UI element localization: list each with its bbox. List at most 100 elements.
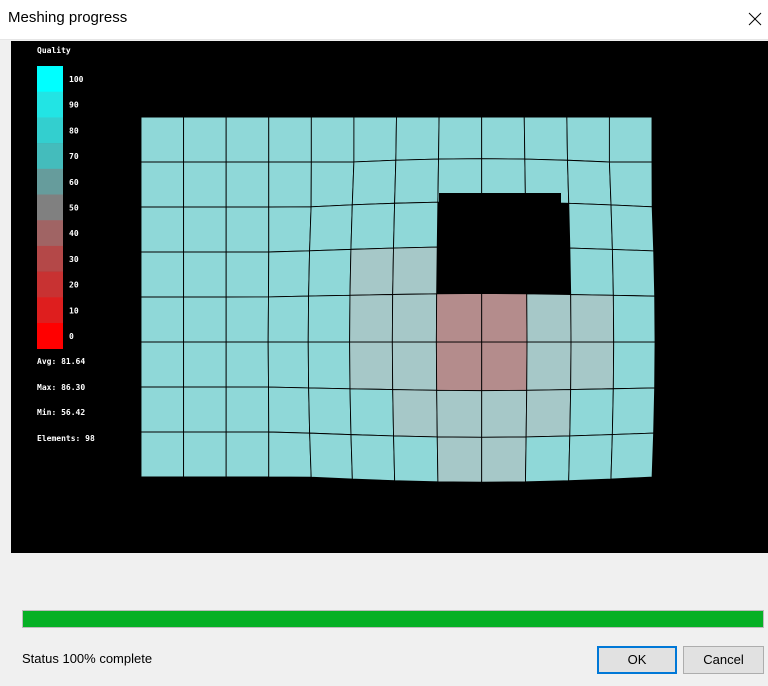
legend-label: 0	[69, 332, 74, 341]
mesh-element	[392, 389, 438, 438]
mesh-element	[309, 432, 353, 480]
title-bar: Meshing progress	[0, 0, 768, 40]
mesh-element	[351, 159, 397, 206]
mesh-element	[611, 248, 656, 297]
quality-legend: Quality 1009080706050403020100	[37, 45, 84, 349]
mesh-element	[140, 206, 185, 253]
mesh-element	[393, 201, 439, 249]
legend-swatch	[37, 271, 63, 298]
mesh-element	[611, 387, 656, 436]
legend-label: 100	[69, 75, 84, 84]
mesh-element	[525, 435, 571, 483]
legend-swatch	[37, 245, 63, 272]
mesh-element	[183, 206, 227, 253]
progress-fill	[23, 611, 763, 627]
legend-title: Quality	[37, 45, 71, 55]
mesh-element	[308, 387, 352, 436]
legend-label: 40	[69, 229, 79, 238]
mesh-element	[353, 116, 397, 163]
mesh-element	[307, 294, 351, 343]
mesh-element	[183, 251, 227, 298]
mesh-element	[267, 341, 310, 389]
legend-label: 60	[69, 178, 79, 187]
mesh-element	[436, 436, 483, 483]
mesh-element	[349, 247, 394, 296]
legend-swatch	[37, 143, 63, 170]
mesh-element	[608, 161, 653, 208]
mesh-element	[435, 293, 483, 343]
mesh-element	[523, 116, 568, 161]
legend-swatch	[37, 297, 63, 324]
mesh-element	[183, 296, 227, 343]
mesh-element	[140, 431, 185, 478]
mesh-element	[310, 116, 355, 163]
legend-swatch	[37, 168, 63, 195]
mesh-element	[481, 436, 527, 483]
mesh-element	[183, 116, 227, 163]
mesh-element	[225, 251, 270, 298]
mesh-stats: Avg: 81.64 Max: 86.30 Min: 56.42 Element…	[37, 357, 95, 443]
mesh-element	[140, 296, 185, 343]
mesh-element	[349, 294, 394, 343]
close-button[interactable]	[736, 0, 768, 40]
mesh-element	[608, 116, 653, 163]
mesh-element	[568, 434, 613, 482]
mesh-viewport: Quality 100 90 80 70 60 50 40 30 20 10 0 Avg: 81.6…	[11, 41, 768, 553]
mesh-hole	[439, 193, 561, 281]
mesh-element	[307, 341, 351, 390]
mesh-element	[350, 202, 396, 250]
mesh-element	[526, 341, 572, 391]
legend-label: 90	[69, 101, 79, 110]
mesh-element	[481, 293, 528, 343]
legend-swatch	[37, 91, 63, 118]
mesh-element	[568, 202, 613, 250]
mesh-element	[310, 161, 355, 208]
mesh-element	[481, 341, 528, 392]
legend-swatch	[37, 66, 63, 92]
mesh-element	[610, 432, 655, 480]
mesh-element	[436, 389, 483, 438]
mesh-element	[183, 386, 227, 433]
mesh-element	[349, 341, 394, 391]
legend-label: 50	[69, 204, 79, 213]
mesh-element	[225, 431, 270, 478]
cancel-button[interactable]: Cancel	[683, 646, 764, 674]
legend-label: 70	[69, 152, 79, 161]
stat-min: Min: 56.42	[37, 407, 85, 417]
mesh-element	[225, 116, 270, 163]
meshing-progress-dialog: Meshing progress Quality 100 90 80 70 60 50 40…	[0, 0, 768, 686]
mesh-element	[526, 293, 572, 343]
mesh-element	[567, 159, 612, 206]
mesh-element	[391, 341, 438, 391]
mesh-element	[267, 295, 310, 343]
mesh-element	[268, 116, 312, 163]
mesh-element	[268, 386, 311, 434]
mesh-element	[569, 388, 614, 437]
legend-label: 80	[69, 126, 79, 135]
mesh-element	[392, 246, 438, 295]
mesh-element	[140, 161, 185, 208]
mesh-element	[393, 435, 439, 483]
ok-button[interactable]: OK	[597, 646, 677, 674]
mesh-element	[183, 161, 227, 208]
mesh-element	[349, 388, 395, 437]
legend-label: 30	[69, 255, 79, 264]
mesh-element	[268, 250, 311, 298]
legend-swatch	[37, 323, 63, 349]
mesh-element	[140, 116, 185, 163]
stat-elements: Elements: 98	[37, 434, 95, 443]
mesh-element	[309, 204, 353, 252]
mesh-element	[225, 341, 269, 388]
mesh-elements	[140, 116, 656, 483]
mesh-element	[566, 116, 610, 163]
status-text: Status 100% complete	[22, 651, 153, 666]
mesh-element	[481, 116, 526, 160]
mesh-element	[183, 431, 227, 478]
window-title: Meshing progress	[8, 9, 128, 26]
mesh-element	[308, 248, 352, 297]
mesh-element	[435, 341, 483, 392]
mesh-element	[569, 247, 614, 296]
mesh-element	[610, 204, 655, 252]
progress-bar	[22, 610, 764, 628]
stat-avg: Avg: 81.64	[37, 357, 85, 366]
